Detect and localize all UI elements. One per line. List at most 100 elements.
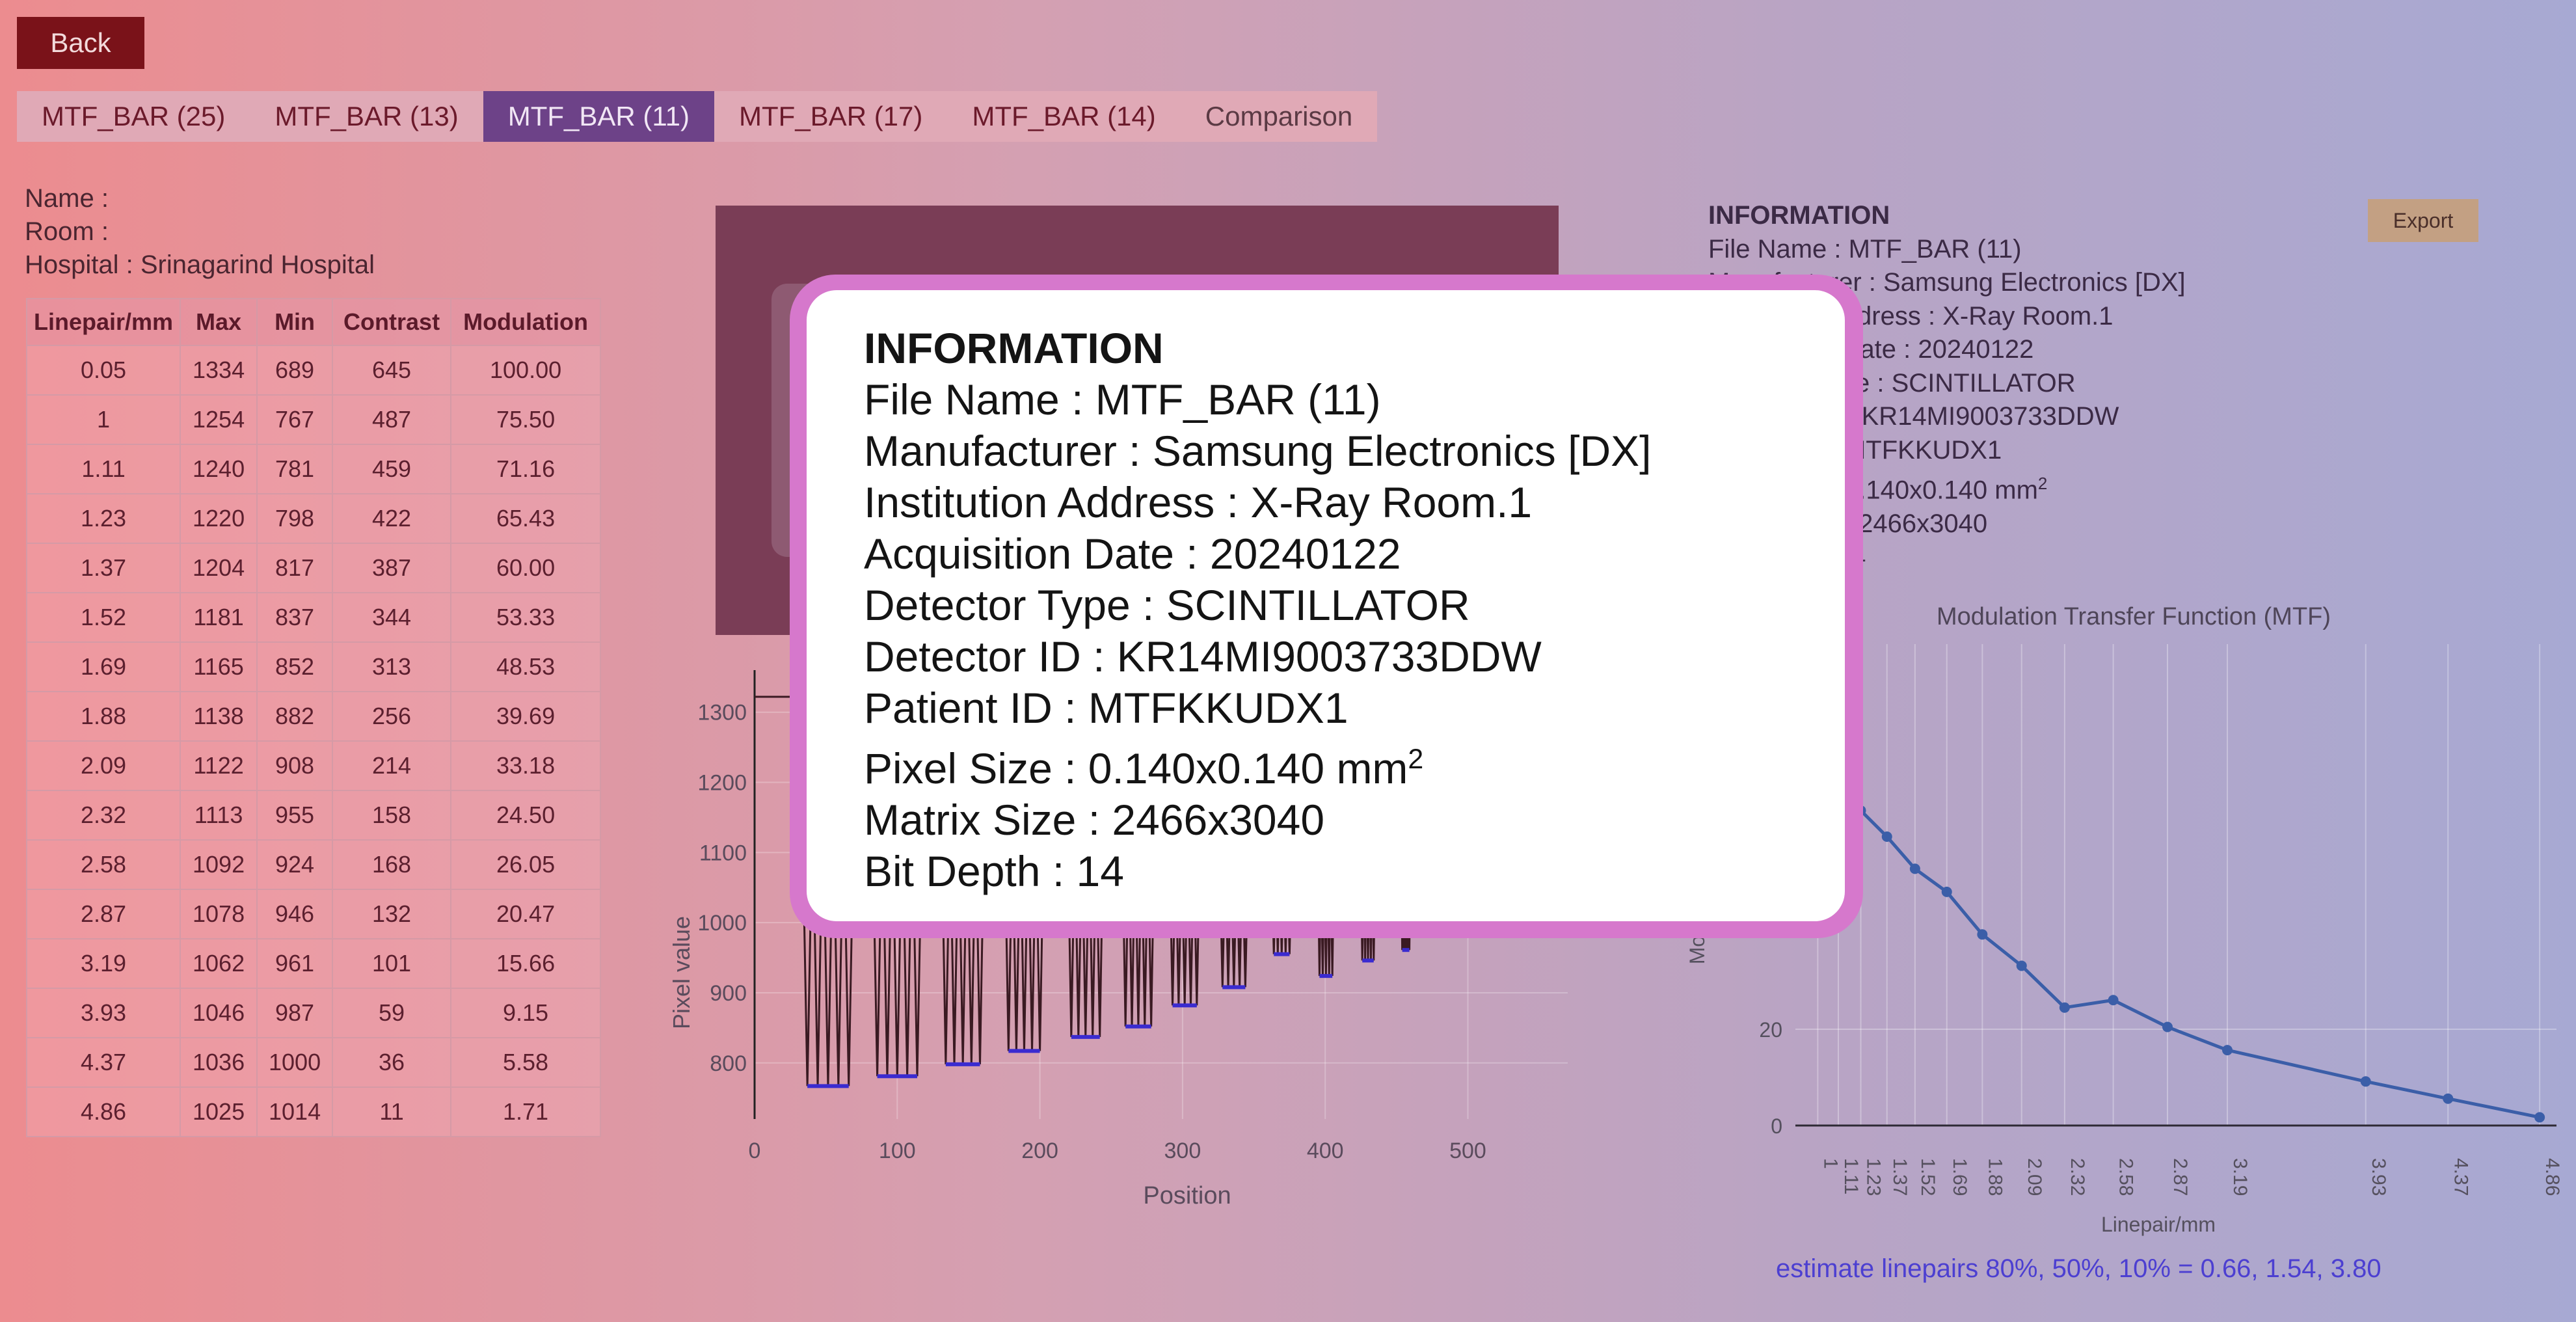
info-title: INFORMATION [1708, 201, 1890, 230]
mtf-point [2016, 960, 2027, 971]
x-tick-label: 3.93 [2368, 1158, 2389, 1196]
table-cell: 1.69 [25, 641, 181, 692]
table-cell: 48.53 [450, 641, 602, 692]
table-cell: 59 [332, 988, 452, 1038]
table-cell: 422 [332, 493, 452, 544]
information-modal-body: INFORMATION File Name : MTF_BAR (11) Man… [807, 290, 1845, 921]
information-modal[interactable]: INFORMATION File Name : MTF_BAR (11) Man… [790, 275, 1863, 938]
export-button[interactable]: Export [2368, 199, 2478, 242]
table-cell: 1014 [256, 1086, 334, 1137]
modal-bit-depth: Bit Depth : 14 [864, 847, 1124, 895]
table-cell: 781 [256, 444, 334, 494]
mtf-point [2162, 1021, 2173, 1032]
y-tick-label: 1200 [697, 771, 747, 796]
mtf-point [2222, 1045, 2233, 1056]
table-cell: 100.00 [450, 345, 602, 396]
table-cell: 1000 [256, 1037, 334, 1088]
table-cell: 798 [256, 493, 334, 544]
table-cell: 1025 [180, 1086, 258, 1137]
y-tick-label: 20 [1759, 1018, 1782, 1042]
x-tick-label: 4.86 [2542, 1158, 2563, 1196]
table-cell: 924 [256, 839, 334, 890]
table-row: 4.37 1036 1000 36 5.58 [25, 1037, 602, 1088]
mtf-line [1816, 761, 2540, 1119]
tab-comparison[interactable]: Comparison [1181, 91, 1377, 142]
tab-mtf-bar-13[interactable]: MTF_BAR (13) [250, 91, 483, 142]
table-cell: 4.86 [25, 1086, 181, 1137]
x-tick-label: 200 [1021, 1139, 1058, 1163]
table-row: 1.37 1204 817 387 60.00 [25, 543, 602, 593]
x-tick-label: 1.69 [1949, 1158, 1970, 1196]
tab-mtf-bar-25[interactable]: MTF_BAR (25) [17, 91, 250, 142]
chart-title: Modulation Transfer Function (MTF) [1937, 603, 2331, 630]
table-cell: 817 [256, 543, 334, 593]
table-cell: 459 [332, 444, 452, 494]
x-tick-label: 2.09 [2024, 1158, 2045, 1196]
table-cell: 5.58 [450, 1037, 602, 1088]
table-cell: 2.09 [25, 740, 181, 791]
table-cell: 387 [332, 543, 452, 593]
table-cell: 132 [332, 889, 452, 939]
table-cell: 961 [256, 938, 334, 989]
table-row: 1 1254 767 487 75.50 [25, 394, 602, 445]
table-cell: 158 [332, 790, 452, 841]
modal-detector-id: Detector ID : KR14MI9003733DDW [864, 632, 1542, 681]
mtf-point [1881, 831, 1892, 842]
table-row: 2.09 1122 908 214 33.18 [25, 740, 602, 791]
table-cell: 15.66 [450, 938, 602, 989]
table-cell: 955 [256, 790, 334, 841]
table-cell: 36 [332, 1037, 452, 1088]
mtf-point [1941, 886, 1952, 897]
table-row: 2.87 1078 946 132 20.47 [25, 889, 602, 939]
mtf-point [2360, 1076, 2371, 1087]
tab-mtf-bar-11[interactable]: MTF_BAR (11) [483, 91, 715, 142]
x-tick-label: 500 [1449, 1139, 1486, 1163]
col-contrast: Contrast [332, 298, 452, 346]
table-row: 2.58 1092 924 168 26.05 [25, 839, 602, 890]
table-cell: 214 [332, 740, 452, 791]
x-tick-label: 4.37 [2450, 1158, 2471, 1196]
table-cell: 33.18 [450, 740, 602, 791]
table-cell: 1.88 [25, 691, 181, 742]
col-min: Min [256, 298, 334, 346]
x-tick-label: 1.52 [1917, 1158, 1939, 1196]
table-cell: 9.15 [450, 988, 602, 1038]
modal-title: INFORMATION [864, 324, 1164, 372]
table-cell: 20.47 [450, 889, 602, 939]
table-cell: 645 [332, 345, 452, 396]
x-axis-title: Position [1143, 1182, 1231, 1209]
table-cell: 852 [256, 641, 334, 692]
info-file-name: File Name : MTF_BAR (11) [1708, 234, 2022, 263]
x-tick-label: 1.11 [1840, 1158, 1862, 1194]
table-cell: 1092 [180, 839, 258, 890]
table-cell: 0.05 [25, 345, 181, 396]
table-cell: 1181 [180, 592, 258, 643]
table-cell: 1.23 [25, 493, 181, 544]
mtf-point [1977, 929, 1988, 940]
col-modulation: Modulation [450, 298, 602, 346]
tab-mtf-bar-17[interactable]: MTF_BAR (17) [714, 91, 947, 142]
table-cell: 53.33 [450, 592, 602, 643]
table-cell: 60.00 [450, 543, 602, 593]
modal-matrix-size: Matrix Size : 2466x3040 [864, 796, 1325, 844]
table-row: 0.05 1334 689 645 100.00 [25, 345, 602, 396]
back-button[interactable]: Back [17, 17, 144, 69]
patient-hospital: Hospital : Srinagarind Hospital [25, 250, 375, 279]
table-cell: 1165 [180, 641, 258, 692]
table-cell: 1240 [180, 444, 258, 494]
table-row: 1.69 1165 852 313 48.53 [25, 641, 602, 692]
modal-pixel-size: Pixel Size : 0.140x0.140 mm2 [864, 744, 1424, 792]
table-cell: 65.43 [450, 493, 602, 544]
table-cell: 882 [256, 691, 334, 742]
x-tick-label: 0 [749, 1139, 761, 1163]
tab-mtf-bar-14[interactable]: MTF_BAR (14) [947, 91, 1180, 142]
x-tick-label: 2.87 [2169, 1158, 2191, 1196]
table-row: 2.32 1113 955 158 24.50 [25, 790, 602, 841]
linepair-table: Linepair/mm Max Min Contrast Modulation … [25, 298, 602, 1137]
table-row: 1.52 1181 837 344 53.33 [25, 592, 602, 643]
x-tick-label: 100 [879, 1139, 916, 1163]
col-max: Max [180, 298, 258, 346]
x-axis-title: Linepair/mm [2101, 1213, 2216, 1236]
tab-bar: MTF_BAR (25) MTF_BAR (13) MTF_BAR (11) M… [17, 91, 1378, 142]
table-cell: 4.37 [25, 1037, 181, 1088]
